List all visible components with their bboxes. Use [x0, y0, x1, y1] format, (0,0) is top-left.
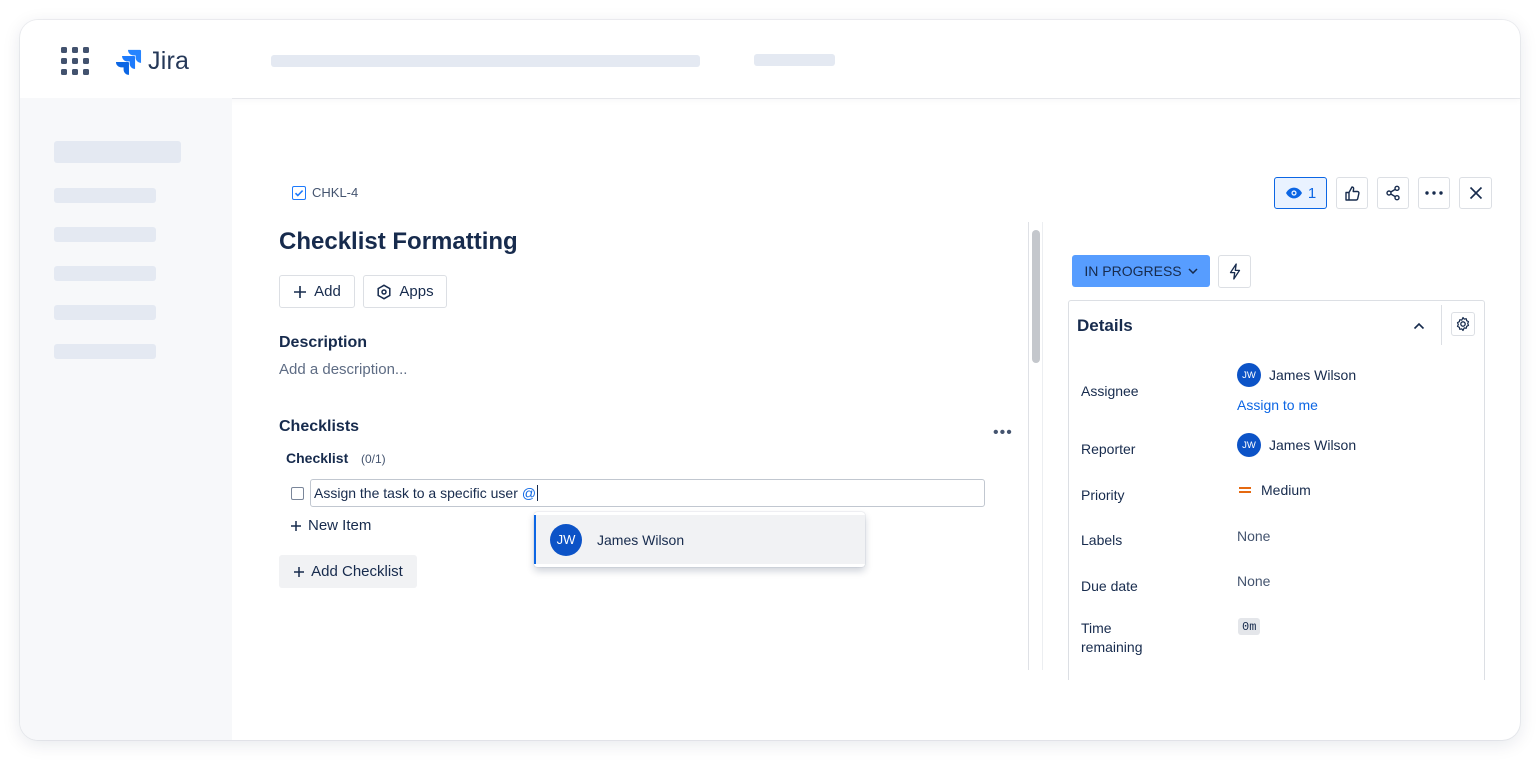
top-navigation-bar: Jira [20, 20, 1520, 98]
mention-trigger: @ [521, 485, 537, 501]
checklist-item-text: Assign the task to a specific user [314, 485, 518, 501]
more-actions-button[interactable] [1418, 177, 1450, 209]
sidebar-placeholder-item [54, 344, 156, 359]
sidebar [20, 98, 232, 740]
assignee-label: Assignee [1081, 383, 1139, 399]
like-button[interactable] [1336, 177, 1368, 209]
details-header-divider [1441, 305, 1442, 345]
plus-icon [294, 566, 305, 577]
add-button[interactable]: Add [279, 275, 355, 308]
thumbs-up-icon [1344, 185, 1360, 201]
checklist-item-checkbox[interactable] [291, 487, 304, 500]
avatar: JW [1237, 363, 1261, 387]
add-checklist-button[interactable]: Add Checklist [279, 555, 417, 588]
apps-button[interactable]: Apps [363, 275, 447, 308]
priority-label: Priority [1081, 487, 1125, 503]
checklists-more-icon[interactable]: ••• [993, 424, 1013, 442]
issue-title[interactable]: Checklist Formatting [279, 228, 518, 256]
chevron-up-icon[interactable] [1413, 317, 1425, 335]
task-type-icon [292, 185, 306, 200]
jira-logo-text: Jira [148, 47, 190, 75]
sidebar-placeholder-item [54, 227, 156, 242]
share-button[interactable] [1377, 177, 1409, 209]
more-horizontal-icon [1425, 191, 1443, 195]
text-caret [537, 485, 539, 501]
description-placeholder[interactable]: Add a description... [279, 361, 407, 378]
plus-icon [291, 520, 301, 531]
labels-value[interactable]: None [1237, 528, 1270, 544]
reporter-label: Reporter [1081, 441, 1136, 457]
mention-option-name: James Wilson [597, 531, 685, 548]
time-remaining-value[interactable]: 0m [1238, 618, 1261, 635]
lightning-icon [1229, 263, 1240, 280]
assignee-value[interactable]: JW James Wilson [1237, 363, 1356, 387]
sidebar-placeholder-item [54, 266, 156, 281]
nav-placeholder-bar [754, 54, 835, 66]
chevron-down-icon [1188, 268, 1198, 274]
plus-icon [294, 285, 307, 298]
details-title: Details [1077, 316, 1133, 335]
avatar: JW [1237, 433, 1261, 457]
due-date-label: Due date [1081, 578, 1138, 594]
issue-key: CHKL-4 [312, 185, 359, 200]
checklists-heading: Checklists [279, 418, 360, 435]
jira-logo-icon [115, 49, 142, 75]
priority-text: Medium [1261, 482, 1311, 498]
mention-option-james-wilson[interactable]: JW James Wilson [534, 515, 865, 564]
automation-button[interactable] [1218, 255, 1251, 288]
assign-to-me-link[interactable]: Assign to me [1237, 397, 1318, 413]
panel-divider [1042, 222, 1043, 670]
sidebar-placeholder-title [54, 141, 181, 163]
app-switcher-icon[interactable] [61, 47, 89, 75]
watch-count: 1 [1307, 184, 1317, 202]
new-item-button[interactable]: New Item [290, 517, 371, 534]
labels-label: Labels [1081, 532, 1123, 548]
jira-logo[interactable]: Jira [115, 47, 189, 76]
hexagon-icon [377, 283, 391, 300]
reporter-name: James Wilson [1269, 437, 1357, 453]
configure-fields-button[interactable] [1451, 312, 1475, 336]
mention-suggestion-popup: JW James Wilson [534, 512, 865, 567]
description-heading: Description [279, 334, 368, 351]
checklist-item-input[interactable]: Assign the task to a specific user @ [310, 479, 985, 507]
scrollbar-thumb[interactable] [1032, 230, 1040, 363]
gear-icon [1456, 316, 1470, 332]
due-date-value[interactable]: None [1237, 573, 1270, 589]
status-label: IN PROGRESS [1084, 263, 1182, 279]
status-dropdown[interactable]: IN PROGRESS [1072, 255, 1210, 287]
sidebar-placeholder-item [54, 305, 156, 320]
content-divider [1028, 222, 1029, 670]
checklist-name[interactable]: Checklist [286, 450, 348, 466]
priority-value[interactable]: Medium [1237, 482, 1311, 498]
close-button[interactable] [1459, 177, 1492, 209]
time-remaining-label: Time remaining [1081, 620, 1143, 655]
share-icon [1386, 185, 1400, 201]
assignee-name: James Wilson [1269, 367, 1357, 383]
issue-key-breadcrumb[interactable]: CHKL-4 [292, 185, 358, 200]
checklist-progress: (0/1) [361, 452, 386, 466]
app-window: Jira CHKL-4 Checklist Formatting Add App… [20, 20, 1520, 740]
avatar: JW [550, 523, 582, 556]
close-icon [1469, 186, 1482, 200]
search-placeholder-bar [271, 55, 700, 67]
watch-button[interactable]: 1 [1274, 177, 1327, 209]
priority-medium-icon [1239, 487, 1251, 493]
eye-icon [1285, 187, 1302, 199]
sidebar-placeholder-item [54, 188, 156, 203]
reporter-value[interactable]: JW James Wilson [1237, 433, 1356, 457]
